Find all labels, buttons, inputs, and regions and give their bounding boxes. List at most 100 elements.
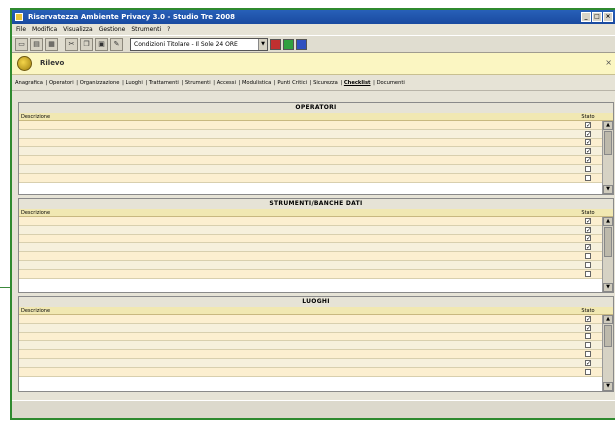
table-row[interactable] <box>19 350 602 359</box>
column-status: Stato <box>581 308 595 314</box>
toolbar: ▭ ▤ ▦ ✂ ❐ ▣ ✎ Condizioni Titolare - Il S… <box>12 35 615 53</box>
tab-punti-critici[interactable]: Punti Critici <box>277 80 307 86</box>
company-select[interactable]: Condizioni Titolare - Il Sole 24 ORE ▼ <box>130 37 268 51</box>
section-tabs: Anagrafica | Operatori | Organizzazione … <box>12 75 615 91</box>
menu-modifica[interactable]: Modifica <box>32 24 57 35</box>
status-checkbox[interactable]: ✓ <box>585 217 591 224</box>
minimize-button[interactable]: _ <box>581 12 591 22</box>
window-title: Riservatezza Ambiente Privacy 3.0 - Stud… <box>28 13 235 21</box>
status-checkbox[interactable] <box>585 174 591 181</box>
table-row[interactable]: ✓ <box>19 129 602 139</box>
table-row[interactable]: ✓ <box>19 323 602 333</box>
module-title: Rilevo <box>40 59 65 67</box>
tab-trattamenti[interactable]: Trattamenti <box>149 80 179 86</box>
status-checkbox[interactable]: ✓ <box>585 226 591 233</box>
new-icon[interactable]: ▭ <box>15 37 28 51</box>
color-green-button[interactable] <box>283 38 294 50</box>
table-row[interactable] <box>19 252 602 261</box>
column-description: Descrizione <box>21 114 51 120</box>
tab-anagrafica[interactable]: Anagrafica <box>15 80 43 86</box>
status-checkbox[interactable] <box>585 165 591 172</box>
tab-organizzazione[interactable]: Organizzazione <box>80 80 120 86</box>
status-checkbox[interactable] <box>585 351 591 358</box>
table-row[interactable] <box>19 260 602 270</box>
status-checkbox[interactable] <box>585 342 591 349</box>
table-row[interactable]: ✓ <box>19 121 602 130</box>
scrollbar[interactable]: ▲ ▼ <box>602 217 613 292</box>
edit-icon[interactable]: ✎ <box>110 37 123 51</box>
menu-strumenti[interactable]: Strumenti <box>131 24 161 35</box>
scroll-up-icon[interactable]: ▲ <box>603 217 613 226</box>
tab-operatori[interactable]: Operatori <box>49 80 74 86</box>
tab-checklist[interactable]: Checklist <box>344 80 371 86</box>
tab-accessi[interactable]: Accessi <box>217 80 236 86</box>
table-row[interactable]: ✓ <box>19 217 602 226</box>
company-select-value: Condizioni Titolare - Il Sole 24 ORE <box>134 40 238 48</box>
table-row[interactable]: ✓ <box>19 156 602 165</box>
status-checkbox[interactable] <box>585 270 591 277</box>
status-checkbox[interactable]: ✓ <box>585 121 591 128</box>
copy-icon[interactable]: ❐ <box>80 37 93 51</box>
status-checkbox[interactable] <box>585 253 591 260</box>
status-checkbox[interactable]: ✓ <box>585 130 591 137</box>
close-button[interactable]: × <box>603 12 613 22</box>
print-icon[interactable]: ▦ <box>45 37 58 51</box>
maximize-button[interactable]: □ <box>592 12 602 22</box>
status-checkbox[interactable]: ✓ <box>585 235 591 242</box>
status-checkbox[interactable]: ✓ <box>585 359 591 366</box>
color-red-button[interactable] <box>270 38 281 50</box>
chevron-down-icon[interactable]: ▼ <box>258 38 267 50</box>
open-icon[interactable]: ▤ <box>30 37 43 51</box>
scroll-down-icon[interactable]: ▼ <box>603 185 613 194</box>
table-row[interactable]: ✓ <box>19 225 602 235</box>
table-row[interactable]: ✓ <box>19 315 602 324</box>
table-row[interactable] <box>19 269 602 279</box>
table-row[interactable]: ✓ <box>19 243 602 253</box>
scroll-thumb[interactable] <box>604 325 612 347</box>
table-row[interactable]: ✓ <box>19 358 602 368</box>
cut-icon[interactable]: ✂ <box>65 37 78 51</box>
scroll-down-icon[interactable]: ▼ <box>603 283 613 292</box>
scrollbar[interactable]: ▲ ▼ <box>602 121 613 194</box>
table-row[interactable]: ✓ <box>19 138 602 148</box>
status-checkbox[interactable]: ✓ <box>585 139 591 146</box>
menu-help[interactable]: ? <box>167 24 170 35</box>
scroll-up-icon[interactable]: ▲ <box>603 121 613 130</box>
close-icon[interactable]: × <box>605 58 612 67</box>
status-checkbox[interactable] <box>585 333 591 340</box>
table-row[interactable] <box>19 332 602 342</box>
scroll-down-icon[interactable]: ▼ <box>603 382 613 391</box>
paste-icon[interactable]: ▣ <box>95 37 108 51</box>
column-description: Descrizione <box>21 210 51 216</box>
status-checkbox[interactable]: ✓ <box>585 157 591 164</box>
status-checkbox[interactable] <box>585 261 591 268</box>
module-header: Rilevo × <box>12 53 615 75</box>
status-checkbox[interactable]: ✓ <box>585 324 591 331</box>
scroll-thumb[interactable] <box>604 131 612 155</box>
table-row[interactable] <box>19 367 602 377</box>
column-status: Stato <box>581 210 595 216</box>
scroll-up-icon[interactable]: ▲ <box>603 315 613 324</box>
tab-documenti[interactable]: Documenti <box>377 80 405 86</box>
table-row[interactable] <box>19 164 602 174</box>
tab-strumenti[interactable]: Strumenti <box>185 80 211 86</box>
tab-luoghi[interactable]: Luoghi <box>126 80 143 86</box>
column-status: Stato <box>581 114 595 120</box>
tab-sicurezza[interactable]: Sicurezza <box>313 80 338 86</box>
table-row[interactable]: ✓ <box>19 147 602 157</box>
tab-modulistica[interactable]: Modulistica <box>242 80 271 86</box>
table-row[interactable] <box>19 173 602 183</box>
status-checkbox[interactable]: ✓ <box>585 244 591 251</box>
menu-visualizza[interactable]: Visualizza <box>63 24 93 35</box>
scrollbar[interactable]: ▲ ▼ <box>602 315 613 391</box>
menu-file[interactable]: File <box>16 24 26 35</box>
scroll-thumb[interactable] <box>604 227 612 257</box>
status-checkbox[interactable]: ✓ <box>585 148 591 155</box>
table-row[interactable]: ✓ <box>19 234 602 244</box>
status-checkbox[interactable] <box>585 368 591 375</box>
color-blue-button[interactable] <box>296 38 307 50</box>
table-row[interactable] <box>19 341 602 351</box>
section-title: LUOGHI <box>19 297 613 307</box>
status-checkbox[interactable]: ✓ <box>585 315 591 322</box>
menu-gestione[interactable]: Gestione <box>99 24 126 35</box>
